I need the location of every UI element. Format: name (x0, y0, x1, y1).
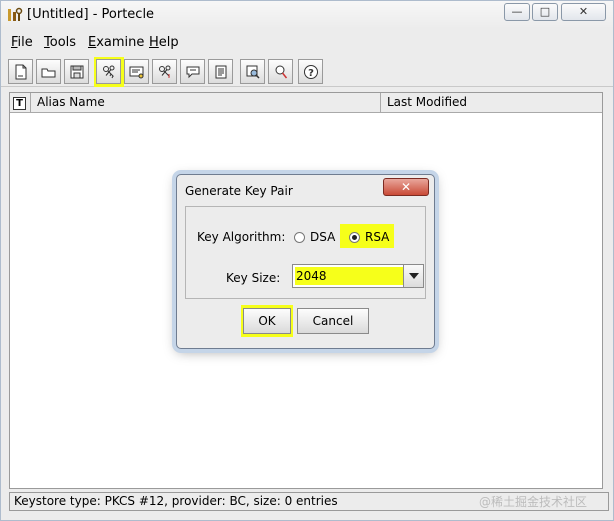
chevron-down-icon[interactable] (403, 265, 423, 287)
entry-type-header[interactable]: T (10, 93, 31, 113)
cancel-button[interactable]: Cancel (297, 308, 369, 334)
last-modified-header[interactable]: Last Modified (381, 93, 602, 113)
title-bar: [Untitled] - Portecle — □ ✕ (1, 1, 613, 29)
generate-key-pair-icon (103, 65, 115, 79)
generate-key-pair-dialog: Generate Key Pair ✕ Key Algorithm: DSA R… (176, 174, 435, 349)
alias-name-header[interactable]: Alias Name (31, 93, 381, 113)
svg-text:?: ? (308, 68, 314, 79)
generate-key-pair-button[interactable] (96, 59, 121, 84)
close-window-button[interactable]: ✕ (561, 3, 606, 21)
key-size-combobox[interactable]: 2048 (292, 264, 424, 288)
menu-examine[interactable]: Examine (88, 35, 144, 50)
import-key-pair-icon (159, 65, 171, 78)
examine-ssl-button[interactable] (268, 59, 293, 84)
menu-help[interactable]: Help (149, 35, 179, 50)
minimize-button[interactable]: — (504, 3, 530, 21)
dialog-close-button[interactable]: ✕ (383, 178, 429, 196)
window-title: [Untitled] - Portecle (27, 7, 155, 22)
main-window: [Untitled] - Portecle — □ ✕ File Tools E… (0, 0, 614, 521)
watermark: @稀土掘金技术社区 (479, 495, 588, 509)
keystore-report-button[interactable] (208, 59, 233, 84)
entry-type-icon: T (13, 97, 26, 110)
new-keystore-button[interactable] (8, 59, 33, 84)
menu-tools[interactable]: Tools (44, 35, 76, 50)
set-keystore-password-button[interactable] (180, 59, 205, 84)
set-keystore-password-icon (186, 66, 200, 79)
toolbar: ? (1, 57, 613, 87)
help-icon: ? (304, 65, 318, 79)
maximize-button[interactable]: □ (532, 3, 558, 21)
key-algorithm-label: Key Algorithm: (197, 230, 286, 244)
dsa-radio-label[interactable]: DSA (310, 230, 335, 244)
key-size-value[interactable]: 2048 (295, 267, 405, 285)
rsa-radio[interactable] (349, 232, 360, 243)
portecle-app-icon (8, 7, 23, 21)
open-keystore-icon (41, 68, 56, 78)
dialog-title: Generate Key Pair (185, 184, 293, 198)
keystore-report-icon (215, 65, 227, 79)
save-keystore-icon (70, 65, 84, 79)
save-keystore-button[interactable] (64, 59, 89, 84)
help-button[interactable]: ? (298, 59, 323, 84)
dsa-radio[interactable] (294, 232, 305, 243)
key-options-panel: Key Algorithm: DSA RSA Key Size: 2048 (185, 206, 426, 299)
menu-bar: File Tools Examine Help (1, 31, 613, 53)
examine-cert-button[interactable] (240, 59, 265, 84)
import-trusted-cert-button[interactable] (124, 59, 149, 84)
examine-cert-icon (246, 65, 260, 79)
import-trusted-cert-icon (129, 66, 144, 79)
table-header: T Alias Name Last Modified (10, 93, 602, 113)
ok-button[interactable]: OK (243, 308, 291, 334)
key-size-label: Key Size: (226, 271, 281, 285)
menu-file[interactable]: File (11, 35, 33, 50)
import-key-pair-button[interactable] (152, 59, 177, 84)
rsa-radio-label[interactable]: RSA (365, 230, 389, 244)
examine-ssl-icon (275, 65, 288, 79)
open-keystore-button[interactable] (36, 59, 61, 84)
new-keystore-icon (15, 64, 27, 80)
